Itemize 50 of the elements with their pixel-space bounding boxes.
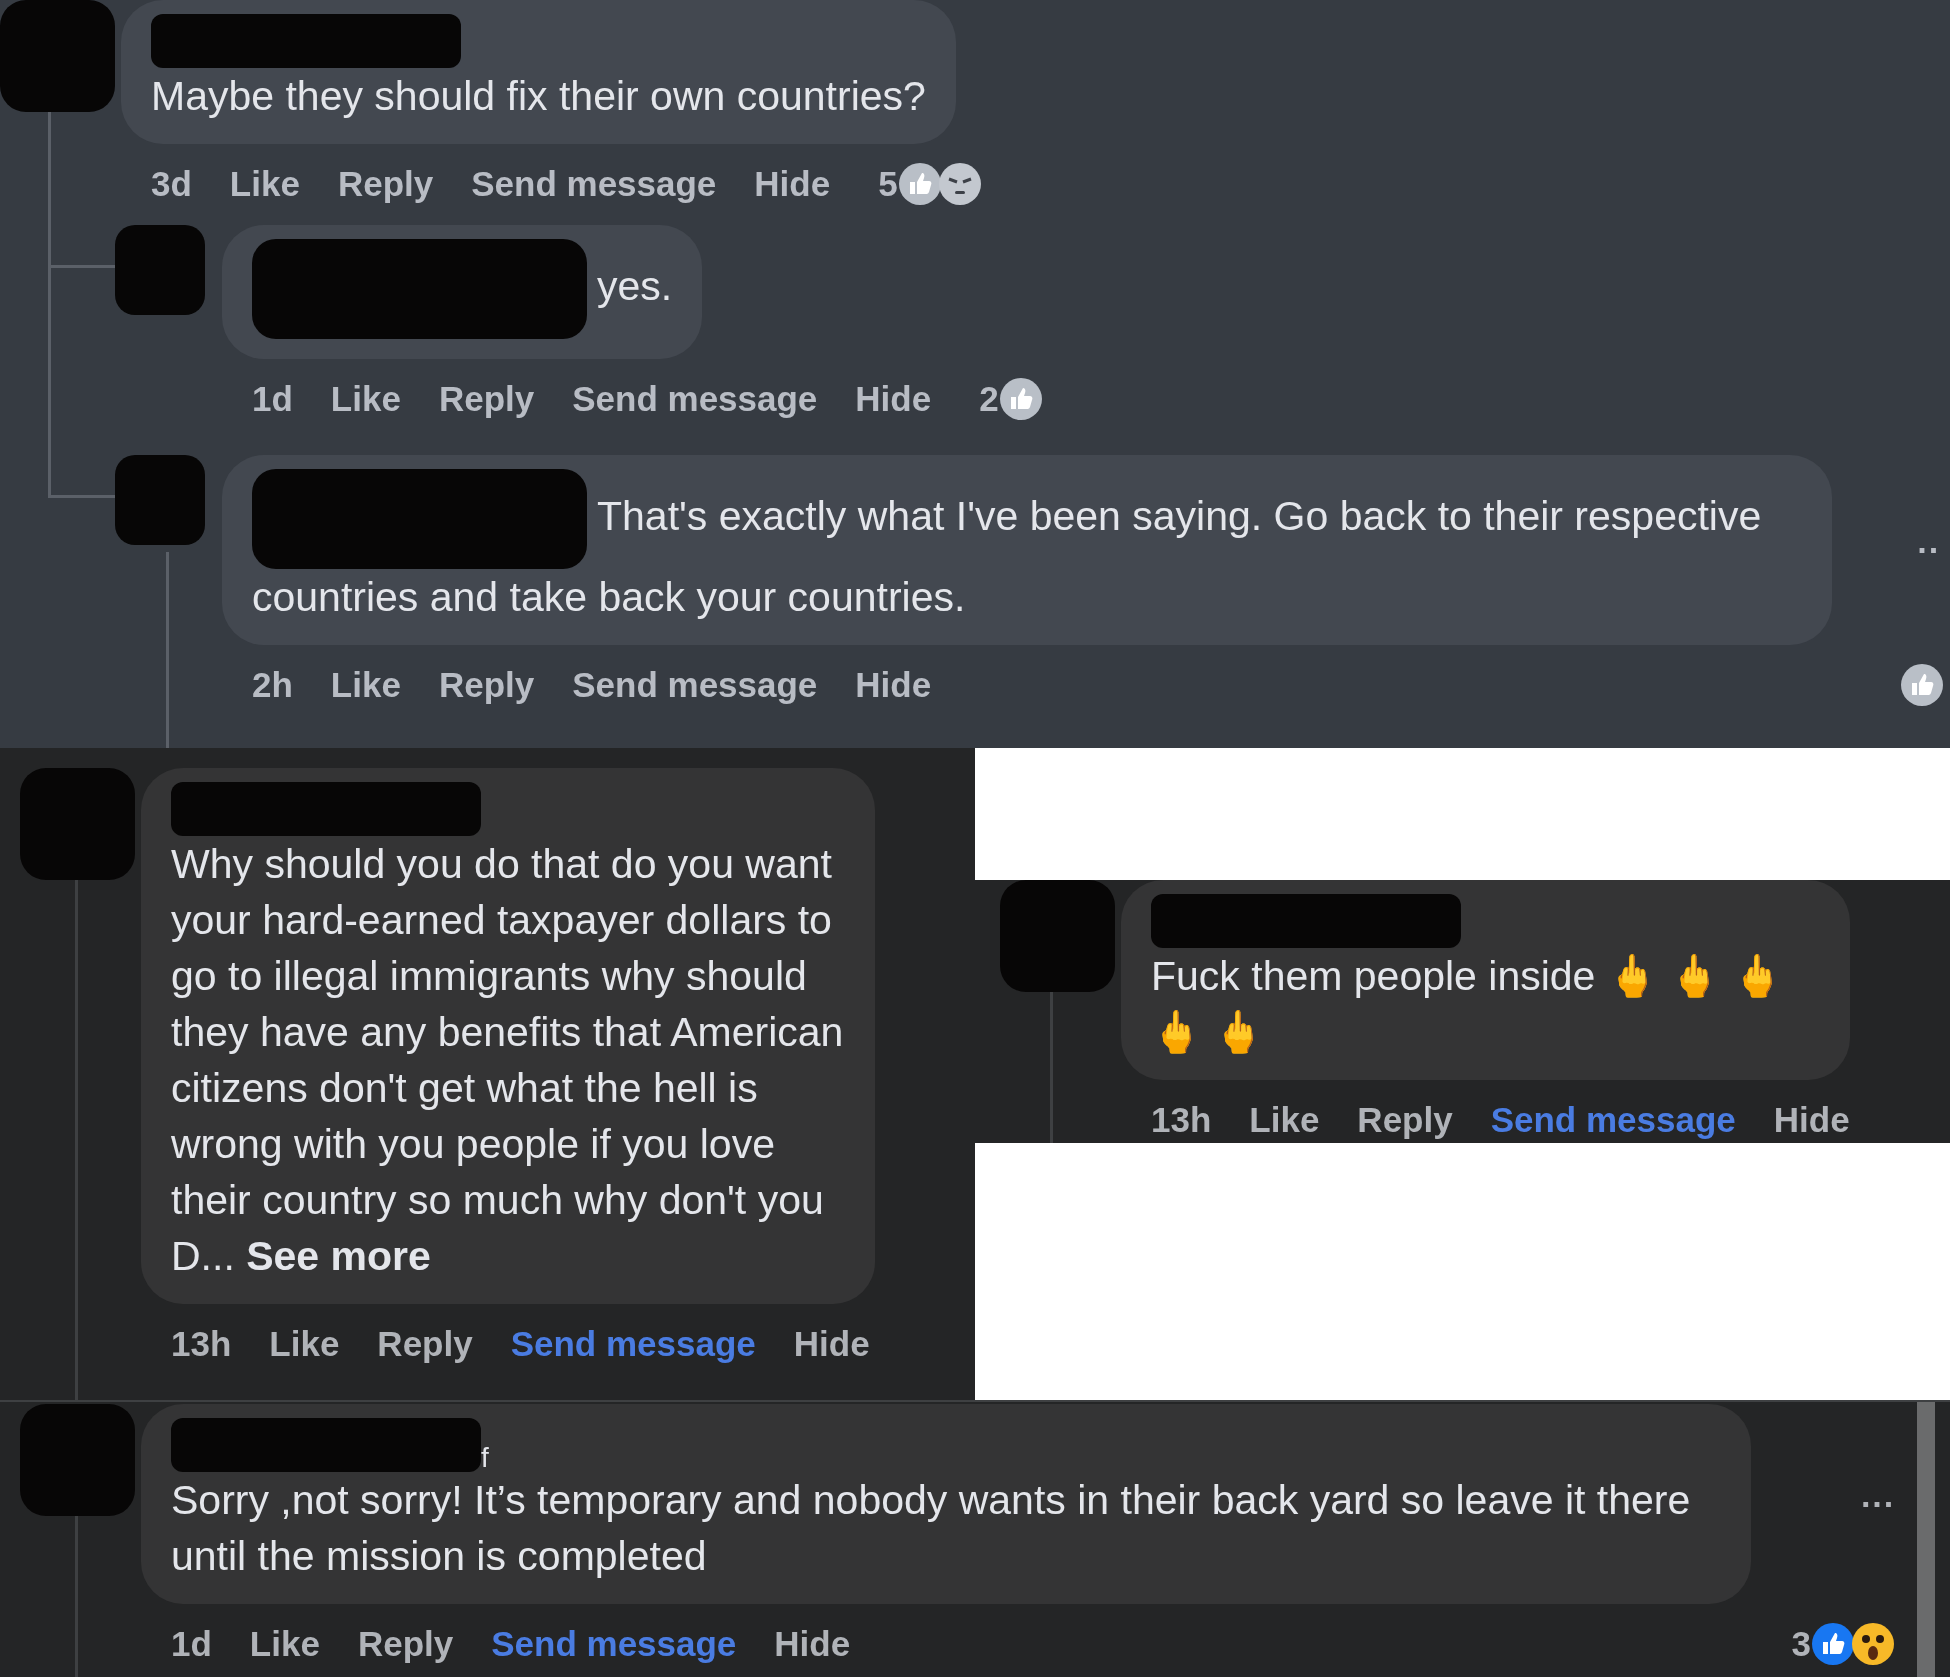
- comment-time: 1d: [252, 377, 293, 420]
- comment-text: Fuck them people inside 🖕 🖕 🖕 🖕 🖕: [1151, 952, 1784, 1057]
- action-link[interactable]: Send message: [491, 1618, 737, 1671]
- name-fragment: f: [481, 1444, 489, 1472]
- like-reaction-icon: [1811, 1622, 1855, 1667]
- comment-time: 13h: [171, 1323, 232, 1365]
- action-link[interactable]: Reply: [357, 1618, 454, 1671]
- angry-reaction-icon: [937, 162, 982, 207]
- comment-time: 13h: [1151, 1099, 1212, 1141]
- more-options[interactable]: ··: [1897, 524, 1950, 576]
- action-link[interactable]: Hide: [754, 158, 831, 211]
- like-reaction-icon: [998, 376, 1043, 421]
- comment-text: That's exactly what I've been saying. Go back to their respective countries and take back your countries.: [252, 469, 1802, 625]
- action-link[interactable]: Hide: [1773, 1094, 1850, 1143]
- action-link[interactable]: Send message: [471, 158, 717, 211]
- reaction-count: 5: [878, 163, 898, 205]
- comment-time: 2h: [252, 664, 293, 706]
- action-link[interactable]: Hide: [793, 1318, 870, 1371]
- action-link[interactable]: Send message: [1490, 1094, 1736, 1143]
- reaction-count: 3: [1791, 1623, 1811, 1665]
- comment-text: Maybe they should fix their own countries?: [151, 72, 926, 121]
- comment-text: Why should you do that do you want your hard-earned taxpayer dollars to go to illegal immigrants why should they have any benefits that American citizens don't get what the hell is wrong with you people if you love their country so much why don't you D... See more: [171, 840, 845, 1281]
- like-reaction-icon: [897, 162, 942, 207]
- action-link[interactable]: Reply: [438, 659, 535, 712]
- action-link[interactable]: Hide: [855, 659, 932, 712]
- comment-time: 1d: [171, 1623, 212, 1665]
- comment-text: Sorry ,not sorry! It’s temporary and nobody wants in their back yard so leave it there until the mission is completed: [171, 1476, 1692, 1581]
- comment-time: 3d: [151, 163, 192, 205]
- action-link[interactable]: Send message: [572, 372, 818, 425]
- action-link[interactable]: Reply: [1357, 1094, 1453, 1143]
- action-link[interactable]: Like: [269, 1318, 340, 1371]
- action-link[interactable]: Like: [1249, 1094, 1320, 1143]
- more-options[interactable]: ···: [1841, 1478, 1905, 1530]
- action-link[interactable]: Reply: [377, 1318, 473, 1371]
- action-link[interactable]: Hide: [855, 372, 932, 425]
- action-link[interactable]: Hide: [774, 1618, 851, 1671]
- action-link[interactable]: Like: [249, 1618, 320, 1671]
- scrollbar[interactable]: [1917, 1402, 1935, 1677]
- action-link[interactable]: Like: [330, 659, 401, 712]
- wow-reaction-icon: [1851, 1622, 1895, 1667]
- action-link[interactable]: Send message: [572, 659, 818, 712]
- action-link[interactable]: Like: [229, 158, 300, 211]
- comment-text: yes.: [252, 238, 673, 339]
- reaction-count: 2: [979, 377, 999, 420]
- action-link[interactable]: Send message: [510, 1318, 756, 1371]
- action-link[interactable]: Like: [330, 372, 401, 425]
- see-more-link[interactable]: See more: [234, 1233, 431, 1279]
- like-reaction-icon: [1900, 663, 1944, 708]
- action-link[interactable]: Reply: [438, 372, 535, 425]
- action-link[interactable]: Reply: [337, 158, 434, 211]
